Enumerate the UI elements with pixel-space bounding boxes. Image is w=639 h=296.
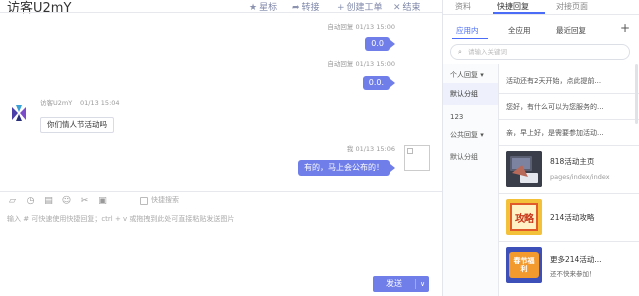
tab-linked-page[interactable]: 对接页面 xyxy=(556,1,588,13)
send-button[interactable]: 发送 ∨ xyxy=(373,276,429,292)
quick-reply-icon[interactable]: ▤ xyxy=(43,196,54,207)
card-divider xyxy=(499,193,639,194)
image-icon[interactable]: ▣ xyxy=(97,196,108,207)
reply-divider xyxy=(499,93,639,94)
subtab-recent[interactable]: 最近回复 xyxy=(556,25,586,37)
bubble-tail xyxy=(390,40,395,48)
scissors-icon[interactable]: ✂ xyxy=(79,196,90,207)
reply-search-input[interactable]: ⌕ 请输入关键词 xyxy=(450,44,630,60)
category-personal[interactable]: 个人回复 ▾ xyxy=(450,70,484,80)
search-placeholder: 请输入关键词 xyxy=(468,48,507,56)
tab-profile[interactable]: 资料 xyxy=(455,1,471,13)
add-reply-button[interactable]: + xyxy=(620,21,630,35)
bubble-tail xyxy=(390,79,395,87)
visitor-title: 访客U2mY xyxy=(7,1,72,16)
agent-avatar xyxy=(404,145,430,171)
visitor-name: 访客U2mY xyxy=(40,99,73,107)
card-thumbnail xyxy=(506,151,542,187)
active-subtab-underline xyxy=(452,38,488,39)
chart-icon[interactable]: ▱ xyxy=(7,196,18,207)
card-thumbnail: 春节福利 xyxy=(506,247,542,283)
visitor-message-bubble: 你们情人节活动吗 xyxy=(40,117,114,133)
composer-toolbar: ▱ ◷ ▤ ☺ ✂ ▣ xyxy=(7,196,108,207)
subtab-all-apps[interactable]: 全应用 xyxy=(508,25,531,37)
search-icon: ⌕ xyxy=(458,48,462,56)
quick-reply-item[interactable]: 亲，早上好，是需要参加活动... xyxy=(506,128,604,138)
send-label: 发送 xyxy=(386,279,402,288)
broken-image-icon xyxy=(407,148,413,154)
card-subtitle: pages/index/index xyxy=(550,173,610,181)
reply-divider xyxy=(499,145,639,146)
clock-icon[interactable]: ◷ xyxy=(25,196,36,207)
card-subtitle: 还不快来参加！ xyxy=(550,270,596,278)
category-123[interactable]: 123 xyxy=(450,112,463,122)
category-public-default[interactable]: 默认分组 xyxy=(450,152,478,162)
message-meta: 我 01/13 15:06 xyxy=(346,145,395,153)
card-thumbnail-text: 春节福利 xyxy=(509,252,539,278)
tabs-divider xyxy=(443,14,639,15)
category-divider xyxy=(498,64,499,296)
header-divider xyxy=(0,12,442,13)
card-title[interactable]: 214活动攻略 xyxy=(550,213,594,223)
card-title[interactable]: 818活动主页 xyxy=(550,157,594,167)
quick-search-checkbox[interactable] xyxy=(140,197,148,205)
message-meta: 自动回复 01/13 15:00 xyxy=(327,23,395,31)
card-title[interactable]: 更多214活动... xyxy=(550,255,601,265)
category-default-group[interactable]: 默认分组 xyxy=(450,89,478,99)
message-input[interactable]: 输入 # 可快速使用快捷回复；ctrl + v 或拖拽到此处可直接粘贴发送图片 xyxy=(7,214,234,224)
quick-search-label: 快捷搜索 xyxy=(151,196,179,204)
category-public[interactable]: 公共回复 ▾ xyxy=(450,130,484,140)
card-thumbnail-text: 攻略 xyxy=(510,203,538,231)
agent-message-bubble: 0.0 xyxy=(365,37,390,51)
message-meta: 自动回复 01/13 15:00 xyxy=(327,60,395,68)
composer-divider xyxy=(0,191,442,192)
chat-app: 访客U2mY ★ 星标 ➦ 转接 + 创建工单 ✕ 结束 自动回复 01/13 … xyxy=(0,0,639,296)
message-time: 01/13 15:04 xyxy=(80,99,120,107)
agent-message-bubble: 有的，马上会公布的！ xyxy=(298,160,390,176)
card-thumbnail: 攻略 xyxy=(506,199,542,235)
chevron-down-icon[interactable]: ∨ xyxy=(416,276,429,292)
quick-reply-item[interactable]: 您好，有什么可以为您服务的... xyxy=(506,102,604,112)
card-divider xyxy=(499,241,639,242)
agent-message-bubble: 0.0. xyxy=(362,76,390,90)
quick-reply-item[interactable]: 活动还有2天开始，点此提前... xyxy=(506,76,601,86)
bubble-tail xyxy=(390,164,395,172)
subtab-in-app[interactable]: 应用内 xyxy=(456,25,479,37)
panel-scrollbar[interactable] xyxy=(635,64,638,124)
smile-icon[interactable]: ☺ xyxy=(61,196,72,207)
reply-divider xyxy=(499,119,639,120)
visitor-avatar xyxy=(7,101,31,125)
